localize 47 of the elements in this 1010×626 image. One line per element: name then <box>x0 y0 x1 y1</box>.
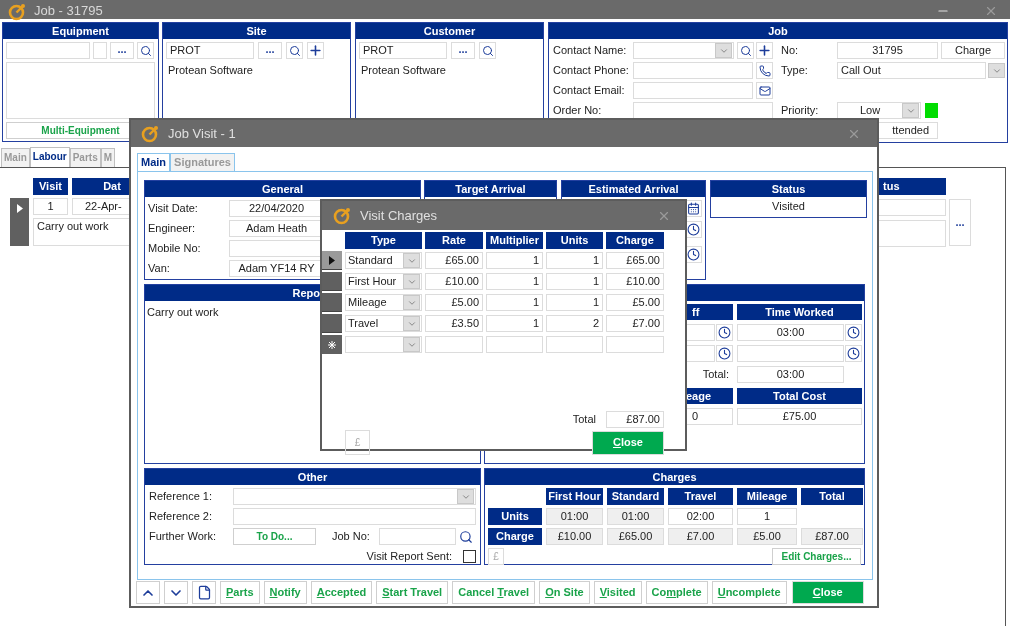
panel-header: Site <box>163 23 350 39</box>
total-label: Total <box>572 412 596 428</box>
column-header: Mileage <box>737 488 797 505</box>
panel-header: Estimated Arrival <box>562 181 705 197</box>
column-header: Multiplier <box>486 232 543 249</box>
column-header: Rate <box>425 232 483 249</box>
field-label: Total: <box>701 367 730 383</box>
row-header: Units <box>488 508 542 525</box>
field-label: No: <box>781 43 800 59</box>
panel-header: General <box>145 181 420 197</box>
column-header: Total <box>801 488 863 505</box>
column-header: Units <box>546 232 603 249</box>
field-label: Job No: <box>332 529 371 545</box>
panel-header: Customer <box>356 23 543 39</box>
row-header: Charge <box>488 528 542 545</box>
panel-header: Target Arrival <box>425 181 556 197</box>
field-label: Contact Email: <box>553 83 626 99</box>
report-text: Carry out work <box>146 305 219 320</box>
field-label: Further Work: <box>149 529 218 545</box>
field-label: Reference 1: <box>149 489 213 505</box>
panel-header: Status <box>711 181 866 197</box>
field-label: Reference 2: <box>149 509 213 525</box>
column-header: Visit <box>33 178 68 195</box>
field-label: Van: <box>148 261 171 277</box>
field-label: Type: <box>781 63 809 79</box>
field-label: Priority: <box>781 103 820 119</box>
status-value: Visited <box>771 199 806 214</box>
window-title: Job Visit - 1 <box>168 124 236 143</box>
column-header: First Hour <box>546 488 603 505</box>
column-header: Standard <box>607 488 664 505</box>
panel-header: Job <box>549 23 1007 39</box>
panel-header: Equipment <box>3 23 158 39</box>
field-label: Contact Name: <box>553 43 628 59</box>
name-text: Protean Software <box>167 63 254 78</box>
name-text: Protean Software <box>360 63 447 78</box>
column-header: Time Worked <box>737 304 862 320</box>
column-header: Total Cost <box>737 388 862 404</box>
window-title: Job - 31795 <box>34 3 103 18</box>
panel-header: Other <box>145 469 480 485</box>
field-label: Order No: <box>553 103 603 119</box>
window-title: Visit Charges <box>360 206 438 225</box>
panel-header: Charges <box>485 469 864 485</box>
column-header: Type <box>345 232 422 249</box>
column-header: Travel <box>668 488 733 505</box>
field-label: Contact Phone: <box>553 63 630 79</box>
column-header: Charge <box>606 232 664 249</box>
field-label: Visit Report Sent: <box>366 549 452 564</box>
